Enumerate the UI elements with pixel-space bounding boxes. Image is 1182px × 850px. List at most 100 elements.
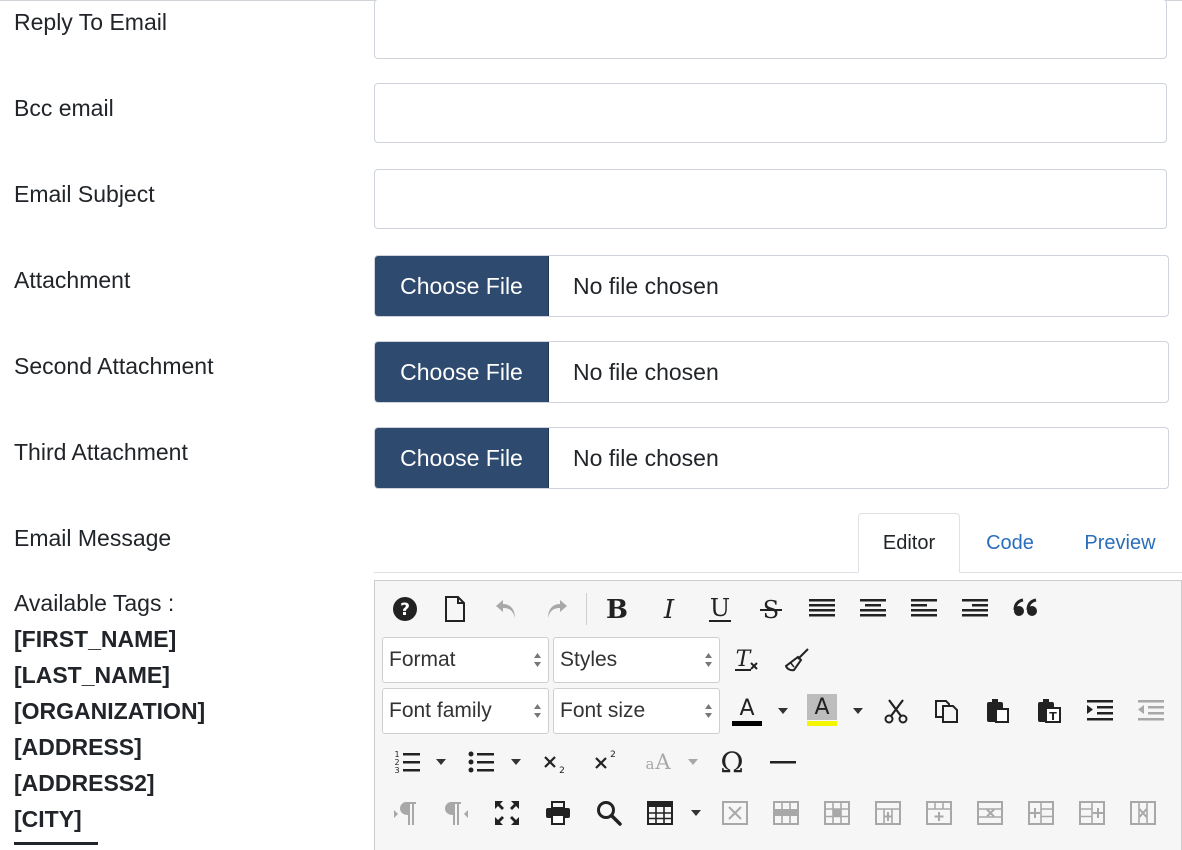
tab-editor[interactable]: Editor xyxy=(858,513,960,573)
numbered-list-dropdown-icon[interactable] xyxy=(434,742,448,782)
insert-column-before-icon[interactable] xyxy=(1021,793,1061,833)
strikethrough-icon[interactable]: S xyxy=(751,589,791,629)
undo-icon[interactable] xyxy=(486,589,526,629)
reply-to-email-label: Reply To Email xyxy=(14,9,167,35)
text-color-dropdown-icon[interactable] xyxy=(776,691,790,731)
indent-icon[interactable] xyxy=(1080,691,1120,731)
select-arrows-icon xyxy=(705,704,712,718)
table-icon[interactable] xyxy=(640,793,680,833)
svg-text:I: I xyxy=(663,596,675,622)
numbered-list-icon[interactable]: 123 xyxy=(387,742,427,782)
attachment-label: Attachment xyxy=(14,267,131,293)
subscript-icon[interactable]: 2 xyxy=(535,742,575,782)
format-select[interactable]: Format xyxy=(382,637,549,683)
table-row-props-icon[interactable] xyxy=(766,793,806,833)
delete-column-icon[interactable] xyxy=(1123,793,1163,833)
delete-table-icon[interactable] xyxy=(715,793,755,833)
choose-file-button[interactable]: Choose File xyxy=(375,428,549,488)
underline-icon[interactable]: U xyxy=(700,589,740,629)
svg-text:3: 3 xyxy=(394,766,399,775)
align-center-icon[interactable] xyxy=(853,589,893,629)
clear-formatting-icon[interactable]: T xyxy=(727,640,767,680)
blockquote-icon[interactable] xyxy=(1006,589,1046,629)
choose-file-button[interactable]: Choose File xyxy=(375,342,549,402)
tag-item: [LAST_NAME] xyxy=(14,662,170,688)
table-dropdown-icon[interactable] xyxy=(689,793,703,833)
svg-text:B: B xyxy=(606,596,628,622)
paste-as-text-icon[interactable]: T xyxy=(1029,691,1069,731)
align-justify-icon[interactable] xyxy=(802,589,842,629)
svg-text:T: T xyxy=(1049,710,1057,723)
font-case-icon[interactable]: aA xyxy=(637,742,677,782)
insert-row-before-icon[interactable] xyxy=(868,793,908,833)
styles-select[interactable]: Styles xyxy=(553,637,720,683)
align-left-icon[interactable] xyxy=(904,589,944,629)
svg-text:T: T xyxy=(736,647,753,672)
horizontal-rule-icon[interactable] xyxy=(763,742,803,782)
available-tags-title: Available Tags : xyxy=(14,590,175,616)
bcc-email-label: Bcc email xyxy=(14,95,114,121)
cut-icon[interactable] xyxy=(876,691,916,731)
styles-select-label: Styles xyxy=(560,648,618,671)
italic-icon[interactable]: I xyxy=(649,589,689,629)
background-color-dropdown-icon[interactable] xyxy=(851,691,865,731)
select-arrows-icon xyxy=(534,653,541,667)
tag-item: [FIRST_NAME] xyxy=(14,626,177,652)
email-subject-label: Email Subject xyxy=(14,181,155,207)
font-family-select-label: Font family xyxy=(389,699,492,722)
tab-code[interactable]: Code xyxy=(970,513,1050,573)
rich-text-editor: ? B I U S Format Styles T Font family Fo… xyxy=(374,580,1182,850)
format-select-label: Format xyxy=(389,648,456,671)
remove-format-brush-icon[interactable] xyxy=(777,640,817,680)
copy-icon[interactable] xyxy=(927,691,967,731)
toolbar-separator xyxy=(586,593,587,625)
tag-item: [ORGANIZATION] xyxy=(14,698,206,724)
new-document-icon[interactable] xyxy=(435,589,475,629)
bullet-list-dropdown-icon[interactable] xyxy=(509,742,523,782)
background-color-glyph: A xyxy=(814,695,829,720)
align-right-icon[interactable] xyxy=(955,589,995,629)
third-attachment-file-input[interactable]: Choose File No file chosen xyxy=(374,427,1169,489)
superscript-icon[interactable]: 2 xyxy=(586,742,626,782)
text-color-glyph: A xyxy=(739,696,754,721)
text-color-button[interactable]: A xyxy=(727,691,767,731)
tag-item: [CITY] xyxy=(14,806,82,832)
bullet-list-icon[interactable] xyxy=(461,742,501,782)
reply-to-email-field[interactable] xyxy=(374,0,1167,59)
select-arrows-icon xyxy=(705,653,712,667)
help-icon[interactable]: ? xyxy=(385,589,425,629)
table-cell-props-icon[interactable] xyxy=(817,793,857,833)
paste-icon[interactable] xyxy=(978,691,1018,731)
svg-text:?: ? xyxy=(400,600,410,620)
tab-preview[interactable]: Preview xyxy=(1080,513,1160,573)
svg-text:a: a xyxy=(646,755,655,773)
email-subject-field[interactable] xyxy=(374,169,1167,229)
font-family-select[interactable]: Font family xyxy=(382,688,549,734)
bcc-email-field[interactable] xyxy=(374,83,1167,143)
insert-row-after-icon[interactable] xyxy=(919,793,959,833)
font-size-select[interactable]: Font size xyxy=(553,688,720,734)
file-status: No file chosen xyxy=(573,358,719,385)
fullscreen-icon[interactable] xyxy=(487,793,527,833)
second-attachment-file-input[interactable]: Choose File No file chosen xyxy=(374,341,1169,403)
print-icon[interactable] xyxy=(538,793,578,833)
special-character-omega-icon[interactable]: Ω xyxy=(712,742,752,782)
redo-icon[interactable] xyxy=(537,589,577,629)
choose-file-button[interactable]: Choose File xyxy=(375,256,549,316)
attachment-file-input[interactable]: Choose File No file chosen xyxy=(374,255,1169,317)
tag-item: [ADDRESS2] xyxy=(14,770,155,796)
bold-icon[interactable]: B xyxy=(597,589,637,629)
file-status: No file chosen xyxy=(573,272,719,299)
delete-row-icon[interactable] xyxy=(970,793,1010,833)
search-icon[interactable] xyxy=(589,793,629,833)
tabs-divider xyxy=(374,572,1182,573)
email-message-label: Email Message xyxy=(14,525,172,551)
svg-text:2: 2 xyxy=(610,750,616,760)
ltr-paragraph-icon[interactable] xyxy=(385,793,425,833)
outdent-icon[interactable] xyxy=(1131,691,1171,731)
third-attachment-label: Third Attachment xyxy=(14,439,188,465)
insert-column-after-icon[interactable] xyxy=(1072,793,1112,833)
font-case-dropdown-icon[interactable] xyxy=(686,742,700,782)
background-color-button[interactable]: A xyxy=(802,691,842,731)
rtl-paragraph-icon[interactable] xyxy=(436,793,476,833)
